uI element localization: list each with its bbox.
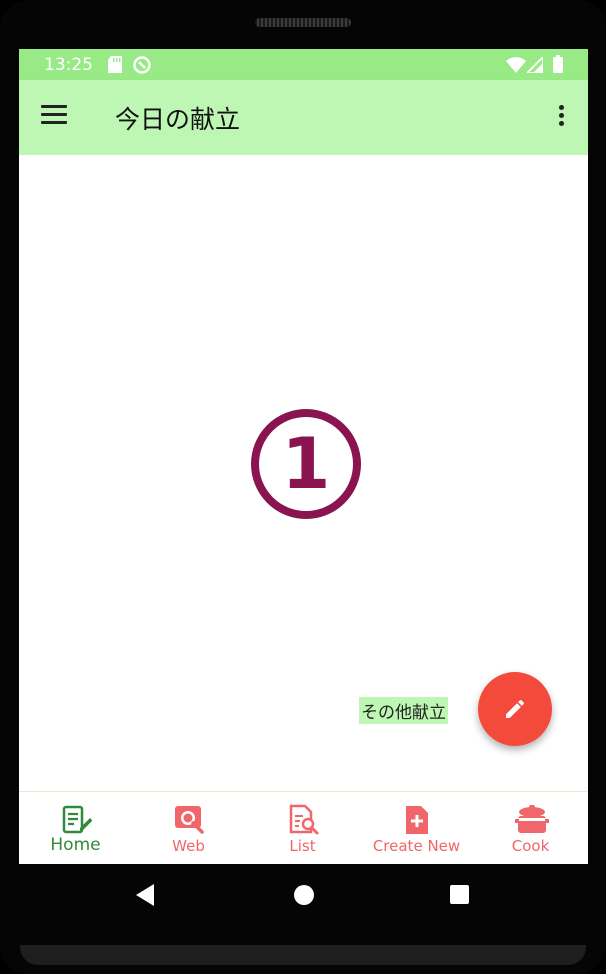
- step-number-badge: 1: [251, 409, 361, 519]
- page-title: 今日の献立: [115, 105, 241, 134]
- recents-icon[interactable]: [450, 885, 469, 904]
- other-menu-chip[interactable]: その他献立: [359, 697, 448, 724]
- nav-item-home[interactable]: Home: [19, 792, 132, 864]
- hamburger-menu-icon[interactable]: [41, 105, 69, 129]
- web-search-icon: [173, 804, 205, 836]
- nav-label-home: Home: [50, 835, 101, 855]
- nav-item-create-new[interactable]: Create New: [360, 792, 473, 864]
- phone-chin: [20, 945, 586, 965]
- status-bar: 13:25: [19, 49, 588, 80]
- system-navigation-bar: [0, 864, 606, 928]
- wifi-icon: [506, 57, 526, 77]
- main-content: 1 その他献立: [19, 155, 588, 791]
- app-bar: 今日の献立: [19, 80, 588, 155]
- list-search-icon: [287, 804, 319, 836]
- status-time: 13:25: [44, 55, 93, 75]
- signal-icon: [524, 54, 544, 77]
- nav-label-create-new: Create New: [372, 837, 461, 855]
- bottom-navigation: Home Web List Create New Cook: [19, 791, 588, 864]
- nav-label-web: Web: [172, 837, 205, 855]
- speaker-grille: [255, 18, 351, 27]
- nav-label-list: List: [289, 837, 316, 855]
- pencil-icon: [506, 699, 525, 718]
- sd-card-icon: [108, 56, 122, 77]
- home-icon[interactable]: [294, 885, 314, 905]
- pot-icon: [514, 804, 549, 836]
- nav-item-web[interactable]: Web: [132, 792, 245, 864]
- sync-icon: [133, 56, 151, 78]
- nav-item-list[interactable]: List: [246, 792, 359, 864]
- step-number-text: 1: [281, 423, 331, 505]
- app-screen: 13:25 今日の献立 1 その他献立 Home Web List Create…: [19, 49, 588, 864]
- battery-icon: [553, 55, 563, 77]
- file-add-icon: [401, 804, 433, 836]
- nav-item-cook[interactable]: Cook: [474, 792, 587, 864]
- nav-label-cook: Cook: [511, 837, 550, 855]
- edit-fab-button[interactable]: [478, 672, 552, 746]
- back-icon[interactable]: [136, 884, 154, 906]
- phone-frame: 13:25 今日の献立 1 その他献立 Home Web List Create…: [0, 0, 606, 974]
- more-vert-icon[interactable]: [551, 102, 571, 132]
- notebook-pencil-icon: [60, 804, 92, 836]
